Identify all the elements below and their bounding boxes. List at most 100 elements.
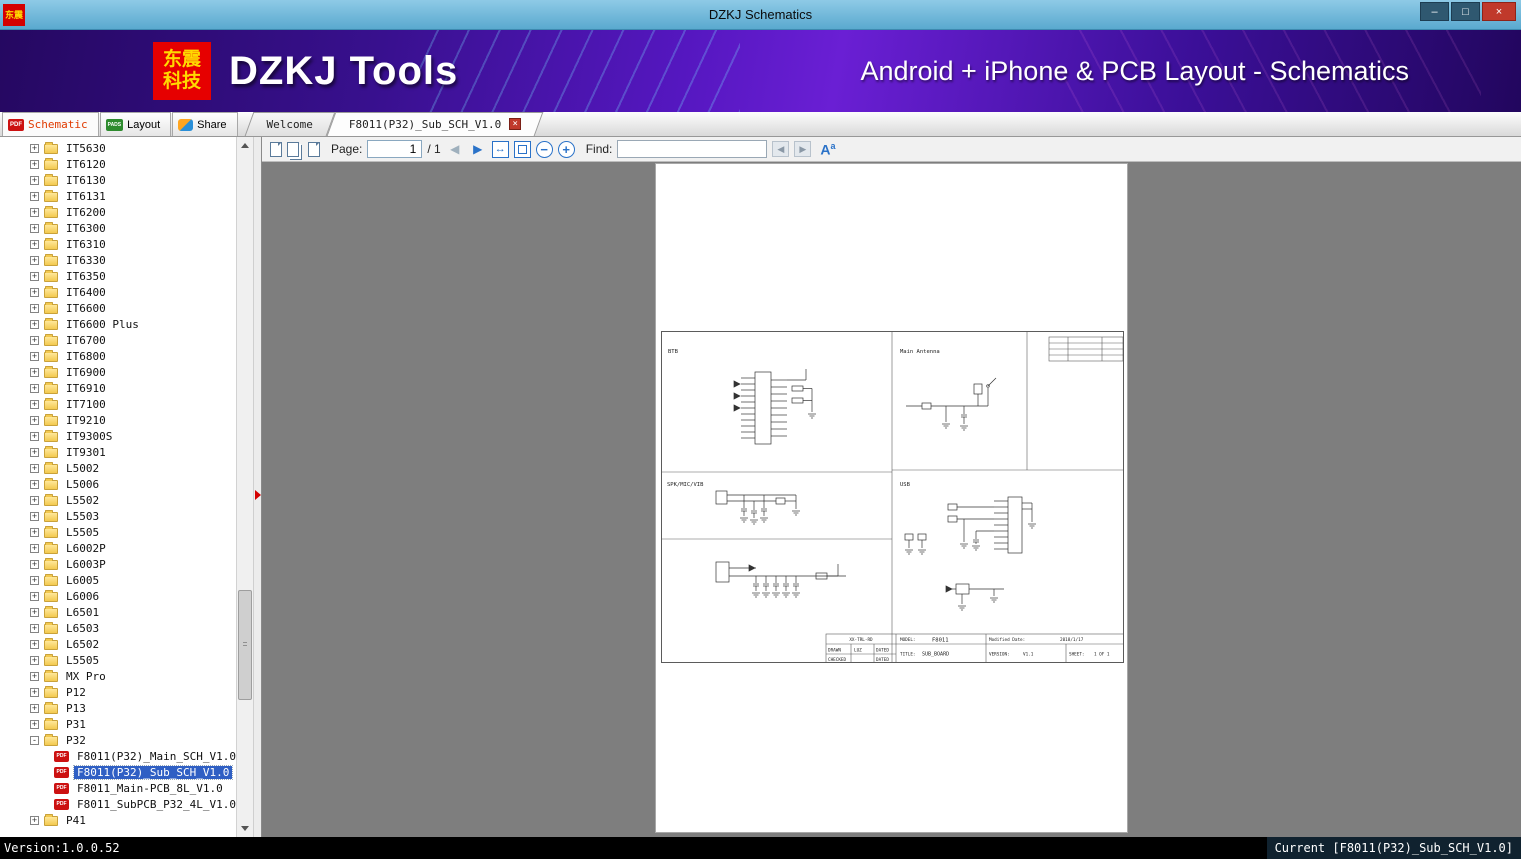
fit-width-button[interactable]: ↔ [491, 140, 509, 158]
tree-item-folder[interactable]: + MX Pro [0, 668, 236, 684]
tree-item-folder[interactable]: + IT9301 [0, 444, 236, 460]
tree-item-folder[interactable]: + IT6350 [0, 268, 236, 284]
tree-item-folder[interactable]: + L5505 [0, 652, 236, 668]
expand-icon[interactable]: + [30, 303, 39, 313]
copy-page-icon[interactable] [270, 141, 282, 157]
tree-item-folder[interactable]: + IT6330 [0, 252, 236, 268]
page-number-input[interactable] [367, 140, 423, 158]
snapshot-icon[interactable] [308, 141, 320, 157]
expand-icon[interactable]: + [30, 191, 39, 201]
fit-page-button[interactable] [513, 140, 531, 158]
find-next-button[interactable]: ▶ [794, 141, 812, 157]
expand-icon[interactable]: + [30, 575, 39, 585]
collapse-icon[interactable]: - [30, 735, 39, 745]
tree-item-folder[interactable]: + L6503 [0, 620, 236, 636]
tree-item-folder[interactable]: + L6003P [0, 556, 236, 572]
expand-icon[interactable]: + [30, 559, 39, 569]
tree-item-folder[interactable]: + IT6600 Plus [0, 316, 236, 332]
previous-page-button[interactable]: ◀ [446, 140, 464, 158]
expand-icon[interactable]: + [30, 495, 39, 505]
doc-tab-welcome[interactable]: Welcome [249, 112, 331, 136]
expand-icon[interactable]: + [30, 719, 39, 729]
expand-icon[interactable]: + [30, 431, 39, 441]
tree-item-file[interactable]: PDF F8011_SubPCB_P32_4L_V1.0 [0, 796, 236, 812]
text-size-button[interactable]: Aa [820, 141, 835, 158]
tree-item-folder[interactable]: + P31 [0, 716, 236, 732]
expand-icon[interactable]: + [30, 815, 39, 825]
expand-icon[interactable]: + [30, 543, 39, 553]
tree-item-folder[interactable]: + IT6400 [0, 284, 236, 300]
expand-icon[interactable]: + [30, 351, 39, 361]
tree-item-folder[interactable]: + P41 [0, 812, 236, 828]
tree-item-folder[interactable]: + L6006 [0, 588, 236, 604]
expand-icon[interactable]: + [30, 607, 39, 617]
expand-icon[interactable]: + [30, 319, 39, 329]
scroll-down-button[interactable] [237, 820, 253, 837]
pdf-canvas[interactable]: BTB Main Antenna SPK/MIC/VIB USB XX-TRL-… [262, 162, 1521, 837]
app-tab-layout[interactable]: PADS Layout [99, 112, 172, 136]
tree-item-folder[interactable]: + L5006 [0, 476, 236, 492]
zoom-in-button[interactable]: + [557, 140, 575, 158]
tree-item-folder[interactable]: + IT5630 [0, 140, 236, 156]
expand-icon[interactable]: + [30, 703, 39, 713]
expand-icon[interactable]: + [30, 415, 39, 425]
expand-icon[interactable]: + [30, 687, 39, 697]
tree-item-folder[interactable]: + IT6130 [0, 172, 236, 188]
expand-icon[interactable]: + [30, 479, 39, 489]
find-input[interactable] [617, 140, 768, 158]
expand-icon[interactable]: + [30, 335, 39, 345]
tree-item-folder[interactable]: + IT6800 [0, 348, 236, 364]
tree-scrollbar[interactable] [236, 137, 253, 837]
tree-item-folder[interactable]: + IT9300S [0, 428, 236, 444]
doc-tab-active[interactable]: F8011(P32)_Sub_SCH_V1.0 × [331, 112, 539, 136]
expand-icon[interactable]: + [30, 639, 39, 649]
expand-icon[interactable]: + [30, 143, 39, 153]
expand-icon[interactable]: + [30, 255, 39, 265]
expand-icon[interactable]: + [30, 175, 39, 185]
splitter-collapse-icon[interactable] [255, 490, 261, 500]
tree-item-folder[interactable]: + P13 [0, 700, 236, 716]
tree-item-folder[interactable]: + IT6700 [0, 332, 236, 348]
tree-item-folder[interactable]: + P12 [0, 684, 236, 700]
tree-item-folder[interactable]: + IT6200 [0, 204, 236, 220]
scroll-thumb[interactable] [238, 590, 252, 700]
close-tab-icon[interactable]: × [509, 118, 522, 130]
tree-item-file[interactable]: PDF F8011_Main-PCB_8L_V1.0 [0, 780, 236, 796]
expand-icon[interactable]: + [30, 655, 39, 665]
scroll-up-button[interactable] [237, 137, 253, 154]
tree-item-folder[interactable]: + L6002P [0, 540, 236, 556]
tree-item-folder[interactable]: + IT6600 [0, 300, 236, 316]
tree-item-folder[interactable]: + L5505 [0, 524, 236, 540]
expand-icon[interactable]: + [30, 399, 39, 409]
tree-item-folder[interactable]: + L6501 [0, 604, 236, 620]
panel-splitter[interactable] [253, 137, 261, 837]
expand-icon[interactable]: + [30, 623, 39, 633]
tree-item-folder[interactable]: + IT7100 [0, 396, 236, 412]
tree-item-file[interactable]: PDF F8011(P32)_Main_SCH_V1.0 [0, 748, 236, 764]
expand-icon[interactable]: + [30, 383, 39, 393]
zoom-out-button[interactable]: − [535, 140, 553, 158]
expand-icon[interactable]: + [30, 287, 39, 297]
tree-item-folder[interactable]: + IT6910 [0, 380, 236, 396]
tree-item-folder[interactable]: + IT6310 [0, 236, 236, 252]
expand-icon[interactable]: + [30, 447, 39, 457]
tree-item-folder[interactable]: + IT6900 [0, 364, 236, 380]
tree-item-folder[interactable]: - P32 [0, 732, 236, 748]
expand-icon[interactable]: + [30, 207, 39, 217]
expand-icon[interactable]: + [30, 367, 39, 377]
minimize-button[interactable]: – [1420, 2, 1449, 21]
tree-item-folder[interactable]: + IT9210 [0, 412, 236, 428]
tree-item-folder[interactable]: + L5502 [0, 492, 236, 508]
tree-item-folder[interactable]: + IT6120 [0, 156, 236, 172]
expand-icon[interactable]: + [30, 271, 39, 281]
expand-icon[interactable]: + [30, 511, 39, 521]
app-tab-share[interactable]: Share [172, 112, 238, 136]
find-previous-button[interactable]: ◀ [772, 141, 790, 157]
expand-icon[interactable]: + [30, 223, 39, 233]
expand-icon[interactable]: + [30, 591, 39, 601]
copy-pages-icon[interactable] [287, 141, 299, 157]
expand-icon[interactable]: + [30, 239, 39, 249]
maximize-button[interactable]: □ [1451, 2, 1480, 21]
close-button[interactable]: × [1482, 2, 1516, 21]
tree-item-folder[interactable]: + IT6300 [0, 220, 236, 236]
